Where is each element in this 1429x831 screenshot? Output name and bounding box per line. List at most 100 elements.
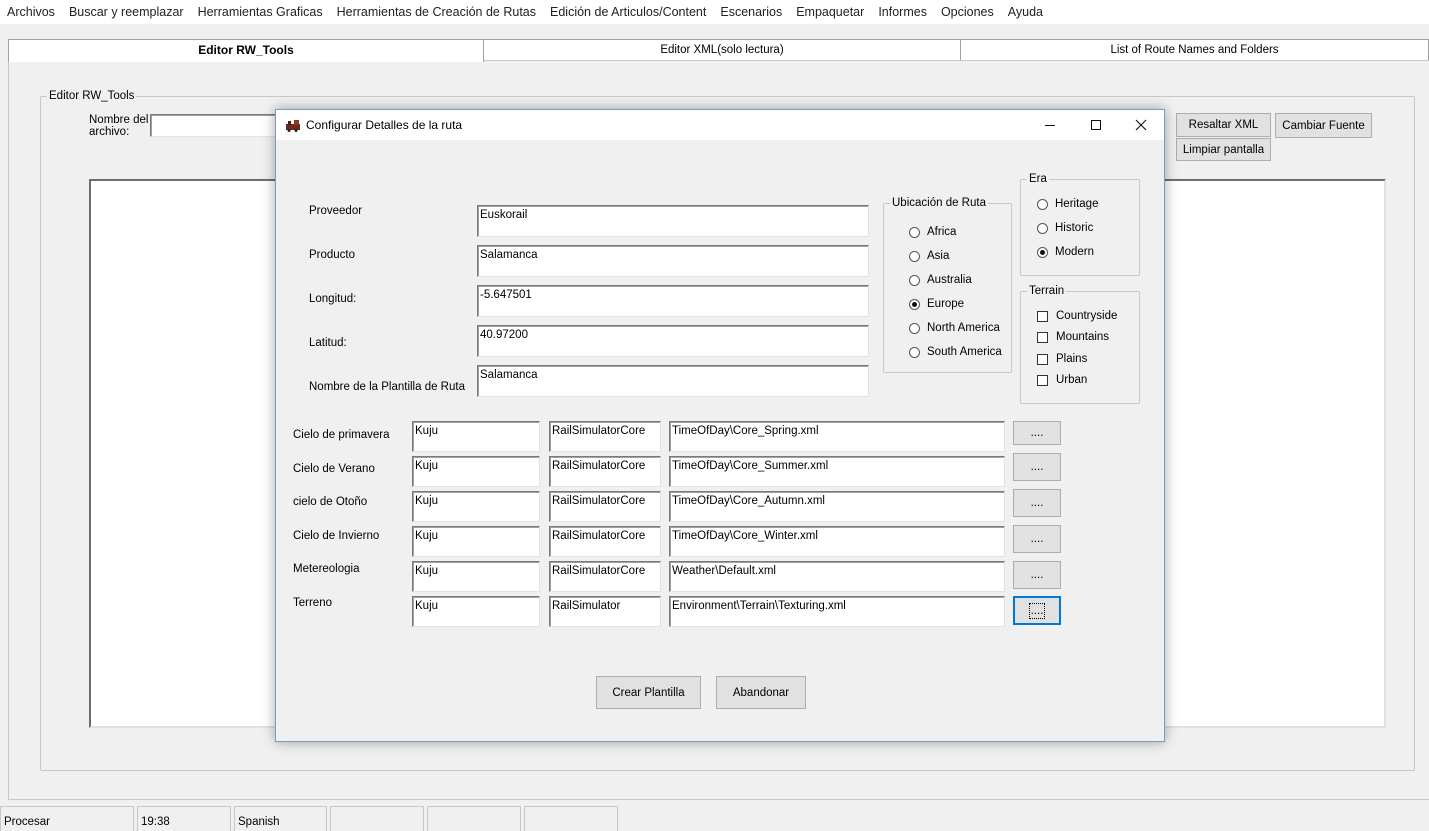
minimize-icon[interactable]	[1027, 110, 1073, 140]
menu-escenarios[interactable]: Escenarios	[713, 5, 789, 19]
terrain-browse-button[interactable]: ....	[1013, 596, 1061, 625]
weather-path-input[interactable]: Weather\Default.xml	[669, 561, 1005, 592]
radio-button[interactable]	[1037, 198, 1048, 210]
highlight-xml-label: Resaltar XML	[1188, 119, 1259, 131]
radio-australia[interactable]: Australia	[909, 274, 972, 286]
latitud-input[interactable]: 40.97200	[477, 325, 869, 357]
summer-provider-input[interactable]: Kuju	[412, 456, 540, 487]
longitud-input[interactable]: -5.647501	[477, 285, 869, 317]
summer-path-input[interactable]: TimeOfDay\Core_Summer.xml	[669, 456, 1005, 487]
radio-button[interactable]	[909, 322, 920, 334]
menu-empaquetar[interactable]: Empaquetar	[789, 5, 871, 19]
radio-asia[interactable]: Asia	[909, 250, 949, 262]
radio-south-america[interactable]: South America	[909, 346, 1002, 358]
spring-browse-button[interactable]: ....	[1013, 421, 1061, 445]
winter-product-input[interactable]: RailSimulatorCore	[549, 526, 661, 557]
checkbox-label: Mountains	[1056, 331, 1110, 343]
radio-button-selected[interactable]	[1037, 246, 1048, 258]
radio-heritage[interactable]: Heritage	[1037, 198, 1098, 210]
radio-label: South America	[927, 346, 1002, 358]
checkbox-countryside[interactable]: Countryside	[1037, 310, 1117, 322]
status-cell-time: 19:38	[137, 806, 231, 831]
radio-button[interactable]	[909, 250, 920, 262]
checkbox-urban[interactable]: Urban	[1037, 374, 1087, 386]
menu-herramientas-graficas[interactable]: Herramientas Graficas	[191, 5, 330, 19]
location-group-title: Ubicación de Ruta	[890, 196, 988, 210]
autumn-browse-button[interactable]: ....	[1013, 489, 1061, 517]
winter-browse-button[interactable]: ....	[1013, 525, 1061, 553]
terrain-path-input[interactable]: Environment\Terrain\Texturing.xml	[669, 596, 1005, 627]
terrain-provider-input[interactable]: Kuju	[412, 596, 540, 627]
radio-africa[interactable]: Africa	[909, 226, 956, 238]
terrain-group-title: Terrain	[1027, 284, 1067, 298]
spring-product-input[interactable]: RailSimulatorCore	[549, 421, 661, 452]
weather-browse-button[interactable]: ....	[1013, 561, 1061, 589]
menu-opciones[interactable]: Opciones	[934, 5, 1001, 19]
checkbox[interactable]	[1037, 374, 1048, 386]
radio-button-selected[interactable]	[909, 298, 920, 310]
radio-label: Heritage	[1055, 198, 1099, 210]
spring-path-input[interactable]: TimeOfDay\Core_Spring.xml	[669, 421, 1005, 452]
browse-label: ....	[1030, 427, 1044, 439]
change-font-button[interactable]: Cambiar Fuente	[1275, 113, 1372, 138]
radio-label: Asia	[927, 250, 950, 262]
radio-button[interactable]	[1037, 222, 1048, 234]
era-group-title: Era	[1027, 172, 1049, 186]
abandon-button[interactable]: Abandonar	[716, 676, 806, 709]
asset-label-summer: Cielo de Verano	[293, 463, 375, 475]
proveedor-input[interactable]: Euskorail	[477, 205, 869, 237]
weather-provider-input[interactable]: Kuju	[412, 561, 540, 592]
clear-screen-label: Limpiar pantalla	[1182, 143, 1265, 156]
change-font-label: Cambiar Fuente	[1282, 119, 1365, 132]
terrain-product-input[interactable]: RailSimulator	[549, 596, 661, 627]
plantilla-name-input[interactable]: Salamanca	[477, 365, 869, 397]
radio-north-america[interactable]: North America	[909, 322, 1000, 334]
summer-product-input[interactable]: RailSimulatorCore	[549, 456, 661, 487]
autumn-provider-input[interactable]: Kuju	[412, 491, 540, 522]
highlight-xml-button[interactable]: Resaltar XML	[1176, 113, 1271, 137]
checkbox[interactable]	[1037, 331, 1048, 343]
autumn-path-input[interactable]: TimeOfDay\Core_Autumn.xml	[669, 491, 1005, 522]
clear-screen-button[interactable]: Limpiar pantalla	[1176, 138, 1271, 161]
tab-editor-rw-tools[interactable]: Editor RW_Tools	[8, 39, 484, 62]
asset-label-winter: Cielo de Invierno	[293, 530, 380, 542]
spring-provider-input[interactable]: Kuju	[412, 421, 540, 452]
weather-product-input[interactable]: RailSimulatorCore	[549, 561, 661, 592]
checkbox-mountains[interactable]: Mountains	[1037, 331, 1109, 343]
winter-provider-input[interactable]: Kuju	[412, 526, 540, 557]
checkbox[interactable]	[1037, 310, 1048, 322]
maximize-icon[interactable]	[1073, 110, 1119, 140]
radio-modern[interactable]: Modern	[1037, 246, 1094, 258]
menu-informes[interactable]: Informes	[871, 5, 934, 19]
menu-buscar-reemplazar[interactable]: Buscar y reemplazar	[62, 5, 191, 19]
status-cell-empty-3	[524, 806, 618, 831]
radio-label: Modern	[1055, 246, 1094, 258]
close-icon[interactable]	[1118, 110, 1164, 140]
checkbox-plains[interactable]: Plains	[1037, 353, 1087, 365]
tab-route-names[interactable]: List of Route Names and Folders	[960, 39, 1429, 60]
checkbox-label: Urban	[1056, 374, 1088, 386]
checkbox-label: Countryside	[1056, 310, 1118, 322]
producto-input[interactable]: Salamanca	[477, 245, 869, 277]
checkbox[interactable]	[1037, 353, 1048, 365]
menu-archivos[interactable]: Archivos	[0, 5, 62, 19]
terrain-group: Terrain	[1020, 284, 1140, 404]
summer-browse-button[interactable]: ....	[1013, 453, 1061, 481]
checkbox-label: Plains	[1056, 353, 1088, 365]
filename-input[interactable]	[150, 114, 280, 137]
tab-editor-xml[interactable]: Editor XML(solo lectura)	[483, 39, 961, 60]
menu-ayuda[interactable]: Ayuda	[1001, 5, 1050, 19]
winter-path-input[interactable]: TimeOfDay\Core_Winter.xml	[669, 526, 1005, 557]
filename-label: Nombre del archivo:	[89, 114, 148, 138]
radio-button[interactable]	[909, 274, 920, 286]
create-template-button[interactable]: Crear Plantilla	[596, 676, 701, 709]
radio-europe[interactable]: Europe	[909, 298, 964, 310]
radio-button[interactable]	[909, 226, 920, 238]
radio-button[interactable]	[909, 346, 920, 358]
radio-label: Europe	[927, 298, 965, 310]
menu-edicion-articulos[interactable]: Edición de Articulos/Content	[543, 5, 713, 19]
editor-group-title: Editor RW_Tools	[47, 89, 137, 103]
menu-herramientas-rutas[interactable]: Herramientas de Creación de Rutas	[330, 5, 543, 19]
radio-historic[interactable]: Historic	[1037, 222, 1093, 234]
autumn-product-input[interactable]: RailSimulatorCore	[549, 491, 661, 522]
